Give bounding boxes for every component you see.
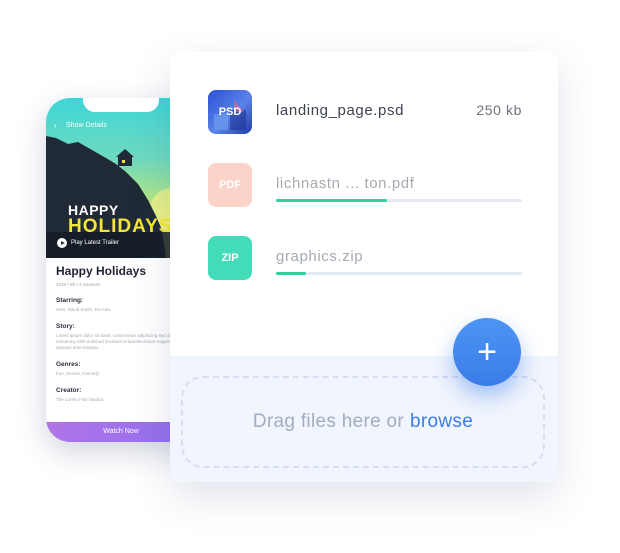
file-name: landing_page.psd — [276, 102, 405, 119]
hero-title-line2: HOLIDAYS — [68, 216, 173, 237]
show-meta: 2018 • 8h • 3 Seasons — [56, 282, 101, 287]
creator-text: The Lorem Film Studios — [56, 397, 104, 402]
genres-label: Genres: — [56, 361, 81, 368]
pdf-label: PDF — [219, 179, 241, 191]
play-trailer-button[interactable]: Play Latest Trailer — [57, 236, 119, 250]
file-upload-card: PSD landing_page.psd 250 kb PDF lichnast… — [170, 52, 558, 482]
upload-progress-fill — [276, 272, 306, 275]
zip-label: ZIP — [221, 252, 239, 264]
pdf-file-icon: PDF — [208, 163, 252, 207]
add-file-button[interactable]: + — [453, 318, 521, 386]
file-item-psd[interactable]: PSD landing_page.psd 250 kb — [208, 90, 522, 136]
nav-title: Show Details — [66, 122, 107, 129]
genres-text: Fun, Drama, Comedy — [56, 371, 100, 376]
file-size: 250 kb — [476, 102, 522, 118]
file-name: graphics.zip — [276, 248, 364, 265]
story-text: Lorem ipsum dolor sit amet, consectetur … — [56, 333, 177, 350]
trailer-label: Play Latest Trailer — [71, 240, 120, 246]
show-details: Happy Holidays 2018 • 8h • 3 Seasons Sta… — [56, 264, 186, 403]
file-name: lichnastn ... ton.pdf — [276, 175, 415, 192]
file-item-pdf[interactable]: PDF lichnastn ... ton.pdf — [208, 163, 522, 209]
play-icon — [57, 238, 67, 248]
drop-zone-text: Drag files here or browse — [253, 411, 473, 433]
back-chevron-icon[interactable]: ‹ — [54, 121, 57, 130]
browse-link[interactable]: browse — [410, 411, 473, 432]
upload-progress-track — [276, 272, 522, 275]
file-item-zip[interactable]: ZIP graphics.zip — [208, 236, 522, 282]
story-label: Story: — [56, 323, 75, 330]
psd-label: PSD — [218, 106, 242, 118]
starring-text: Sam, David Smith, Fia Alex — [56, 307, 111, 312]
drop-instruction: Drag files here or — [252, 411, 405, 432]
creator-label: Creator: — [56, 387, 82, 394]
psd-file-icon: PSD — [208, 90, 252, 134]
plus-icon: + — [477, 333, 497, 371]
show-title: Happy Holidays — [56, 264, 147, 278]
phone-notch — [83, 98, 159, 112]
zip-file-icon: ZIP — [208, 236, 252, 280]
upload-progress-fill — [276, 199, 387, 202]
file-drop-zone[interactable]: Drag files here or browse — [181, 376, 545, 468]
upload-progress-track — [276, 199, 522, 202]
starring-label: Starring: — [56, 297, 84, 304]
